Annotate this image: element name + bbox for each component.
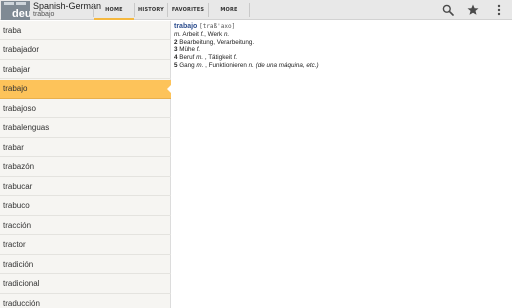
list-item-label: trabajoso	[3, 103, 36, 113]
tab-more[interactable]: MORE	[209, 0, 249, 20]
entry-header: trabajo [traß'axo]	[174, 23, 319, 31]
list-item-label: trabajar	[3, 64, 31, 74]
tab-favorites[interactable]: FAVORITES	[168, 0, 208, 20]
tab-history[interactable]: HISTORY	[135, 0, 167, 20]
favorite-button[interactable]	[466, 3, 480, 17]
current-word-subtitle: trabajo	[33, 11, 55, 18]
list-item-label: trabar	[3, 142, 24, 152]
search-button[interactable]	[441, 3, 455, 17]
sense-text: Arbeit	[181, 30, 201, 38]
sense-text: (de una máquina, etc.)	[253, 61, 319, 69]
list-item-label: trabuco	[3, 201, 30, 210]
sense-line: 5 Gang m. , Funktionieren n. (de una máq…	[174, 62, 319, 70]
sense-text: Mühe	[177, 46, 197, 54]
list-item-label: traba	[3, 25, 22, 35]
list-item[interactable]: trabajador	[0, 41, 171, 60]
list-item[interactable]: tractor	[0, 236, 171, 255]
list-item[interactable]: trabazón	[0, 158, 171, 177]
sense-text: n.	[223, 30, 230, 38]
list-item[interactable]: trabajar	[0, 60, 171, 79]
list-item-label: trabucar	[3, 181, 33, 191]
overflow-menu-button[interactable]	[492, 3, 506, 17]
app-logo-text: deu	[12, 8, 30, 20]
list-item-label: tracción	[3, 220, 32, 230]
sense-text: f.	[233, 54, 238, 62]
sense-line: 4 Beruf m. , Tätigkeit f.	[174, 54, 319, 62]
list-item[interactable]: tradición	[0, 255, 171, 274]
sense-text: , Tätigkeit	[203, 54, 234, 62]
list-item[interactable]: traducción	[0, 294, 171, 308]
list-item[interactable]: trabajoso	[0, 99, 171, 118]
sense-text: Bearbeitung, Verarbeitung.	[177, 38, 255, 46]
sense-text: , Funktionieren	[203, 61, 249, 69]
active-tab-indicator	[94, 18, 134, 20]
sense-text: f.	[196, 46, 201, 54]
list-item-label: tradicional	[3, 279, 40, 288]
list-item[interactable]: trabucar	[0, 177, 171, 196]
list-item-label: trabazón	[3, 162, 35, 171]
list-item[interactable]: tracción	[0, 216, 171, 235]
list-item-label: trabajo	[3, 84, 28, 93]
tab-more-label: MORE	[220, 7, 238, 13]
list-item[interactable]: trabar	[0, 138, 171, 157]
list-item[interactable]: trabalenguas	[0, 119, 171, 138]
app-logo-icon[interactable]: deu	[1, 1, 30, 20]
sense-line: 3 Mühe f.	[174, 46, 319, 54]
list-item[interactable]: trabajo	[0, 79, 172, 99]
sense-list: m. Arbeit f., Werk n. 2 Bearbeitung, Vera…	[174, 31, 319, 70]
list-item[interactable]: tradicional	[0, 275, 171, 294]
word-list[interactable]: traba trabajador trabajar trabajo trabajoso t…	[0, 21, 172, 308]
action-bar: deu Spanish-German trabajo HOME HISTORY …	[0, 0, 512, 20]
list-item-label: trabajador	[3, 45, 40, 54]
tab-history-label: HISTORY	[138, 7, 164, 13]
dictionary-entry: trabajo [traß'axo] m. Arbeit f., Werk n.…	[174, 23, 319, 70]
sense-line: m. Arbeit f., Werk n.	[174, 31, 319, 39]
logo-strip	[16, 2, 26, 5]
list-item-label: tractor	[3, 240, 26, 249]
list-item-label: trabalenguas	[3, 123, 50, 132]
headword: trabajo	[174, 23, 198, 30]
entry-panel: trabajo [traß'axo] m. Arbeit f., Werk n.…	[172, 21, 512, 308]
list-item[interactable]: trabuco	[0, 197, 171, 216]
overflow-menu-icon	[497, 4, 501, 16]
list-item[interactable]: traba	[0, 21, 171, 40]
phonetic: [traß'axo]	[199, 23, 236, 30]
sense-line: 2 Bearbeitung, Verarbeitung.	[174, 39, 319, 47]
sense-text: m.	[174, 30, 181, 38]
list-item-label: tradición	[3, 259, 34, 269]
list-item-label: traducción	[3, 298, 40, 308]
tab-home[interactable]: HOME	[94, 0, 134, 20]
search-icon	[442, 4, 454, 16]
sense-text: , Werk	[204, 30, 224, 38]
tab-favorites-label: FAVORITES	[171, 7, 205, 13]
sense-text: Gang	[177, 61, 197, 69]
logo-strip	[4, 2, 14, 5]
star-icon	[467, 4, 479, 15]
tab-divider	[249, 3, 250, 17]
tab-home-label: HOME	[105, 7, 123, 13]
sense-text: Beruf	[177, 54, 197, 62]
